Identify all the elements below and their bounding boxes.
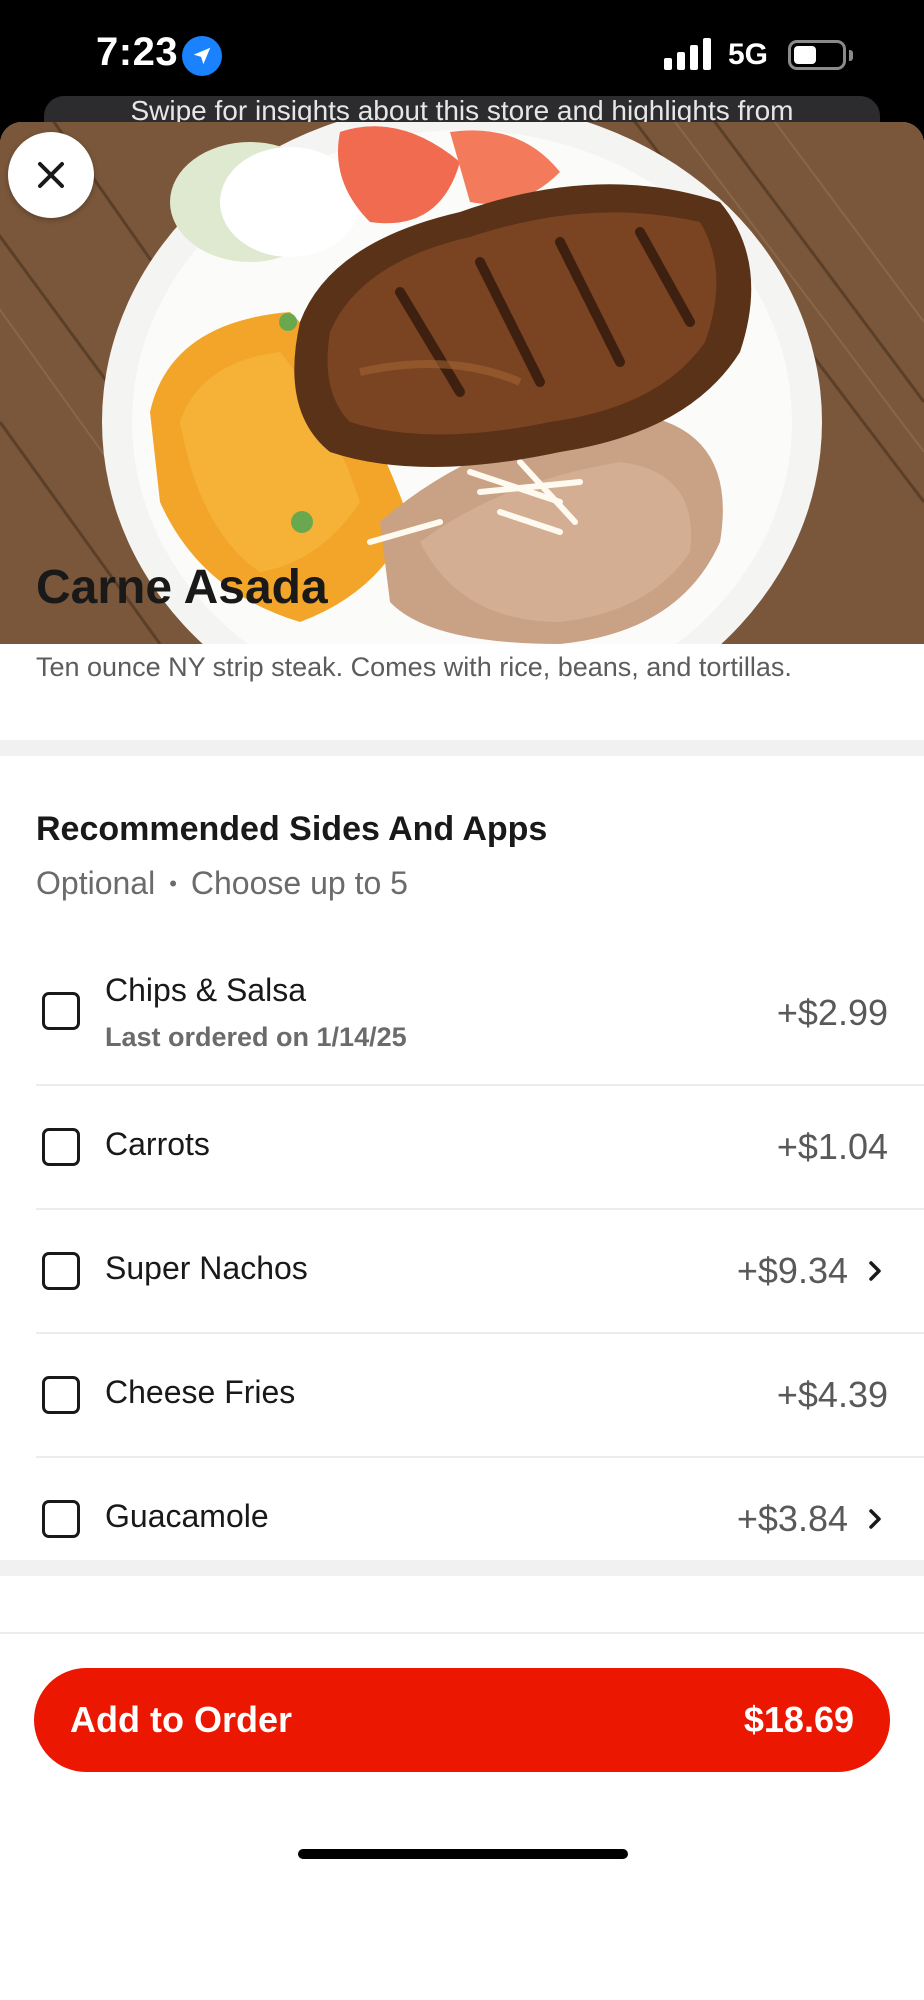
option-price: +$4.39 (776, 1374, 888, 1415)
option-name: Chips & Salsa (105, 972, 306, 1008)
option-row-carrots[interactable]: Carrots +$1.04 (36, 1086, 924, 1210)
section-divider (0, 1560, 924, 1576)
option-name: Cheese Fries (105, 1374, 296, 1410)
option-checkbox[interactable] (42, 1252, 80, 1290)
option-row-cheese-fries[interactable]: Cheese Fries +$4.39 (36, 1334, 924, 1458)
option-name: Carrots (105, 1126, 210, 1162)
cellular-signal-icon (664, 38, 711, 70)
add-to-order-label: Add to Order (70, 1699, 292, 1740)
option-name: Super Nachos (105, 1250, 308, 1286)
options-list: Chips & Salsa Last ordered on 1/14/25 +$… (0, 940, 924, 1582)
section-divider (0, 740, 924, 756)
option-checkbox[interactable] (42, 1128, 80, 1166)
battery-icon (788, 40, 846, 70)
order-total: $18.69 (743, 1699, 854, 1740)
home-indicator[interactable] (298, 1849, 628, 1859)
option-price: +$9.34 (736, 1250, 848, 1291)
option-row-super-nachos[interactable]: Super Nachos +$9.34 (36, 1210, 924, 1334)
network-type: 5G (728, 38, 769, 71)
option-price: +$2.99 (776, 992, 888, 1033)
option-price: +$3.84 (736, 1498, 848, 1539)
item-title: Carne Asada (36, 561, 328, 614)
close-icon (38, 162, 64, 188)
item-description: Ten ounce NY strip steak. Comes with ric… (36, 652, 792, 682)
option-name: Guacamole (105, 1498, 269, 1534)
location-arrow-icon (182, 36, 222, 76)
option-last-ordered-note: Last ordered on 1/14/25 (105, 1022, 407, 1052)
option-row-chips-salsa[interactable]: Chips & Salsa Last ordered on 1/14/25 +$… (36, 940, 924, 1086)
chevron-right-icon[interactable] (864, 1508, 886, 1530)
option-checkbox[interactable] (42, 992, 80, 1030)
option-checkbox[interactable] (42, 1376, 80, 1414)
options-section-title: Recommended Sides And Apps (36, 810, 548, 848)
options-section-subtitle: Optional • Choose up to 5 (36, 865, 408, 902)
status-time: 7:23 (96, 30, 179, 74)
separator-dot: • (169, 870, 177, 896)
chevron-right-icon[interactable] (864, 1260, 886, 1282)
battery-tip (849, 50, 853, 61)
add-to-order-button[interactable]: Add to Order $18.69 (34, 1668, 890, 1772)
optional-label: Optional (36, 865, 156, 901)
option-checkbox[interactable] (42, 1500, 80, 1538)
battery-fill (794, 46, 817, 64)
option-price: +$1.04 (776, 1126, 888, 1167)
footer-divider (0, 1632, 924, 1634)
close-button[interactable] (8, 132, 94, 218)
choose-limit-label: Choose up to 5 (190, 865, 408, 901)
